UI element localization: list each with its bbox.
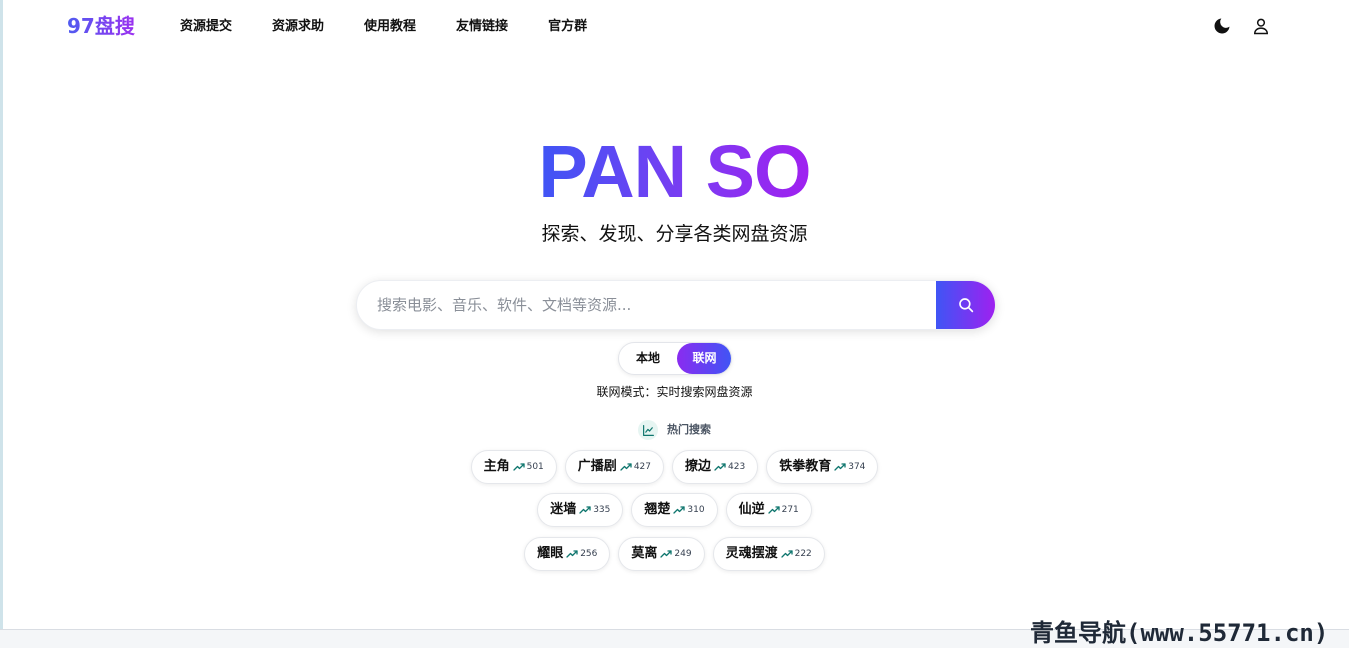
hot-tag-row-2: 迷墙 335 翘楚 310 仙逆 271 bbox=[0, 493, 1349, 529]
hot-tag-count: 335 bbox=[593, 505, 611, 515]
mode-online-button[interactable]: 联网 bbox=[677, 343, 731, 374]
nav-item-tutorial[interactable]: 使用教程 bbox=[364, 16, 416, 38]
trend-up-icon bbox=[620, 462, 632, 472]
hot-tag-count: 256 bbox=[580, 549, 598, 559]
hot-tag[interactable]: 灵魂摆渡 222 bbox=[712, 537, 825, 571]
hot-tag-name: 耀眼 bbox=[537, 546, 564, 561]
hot-tag-count: 501 bbox=[526, 462, 544, 472]
hot-tag-name: 莫离 bbox=[631, 546, 658, 561]
moon-icon bbox=[1214, 18, 1230, 34]
hero-title-text: PAN SO bbox=[538, 130, 811, 213]
hot-tag-name: 迷墙 bbox=[550, 502, 577, 517]
hot-tag-count: 374 bbox=[848, 462, 866, 472]
hot-tag[interactable]: 莫离 249 bbox=[618, 537, 705, 571]
hot-tag[interactable]: 主角 501 bbox=[470, 450, 557, 484]
hero-title: PAN SO bbox=[0, 128, 1349, 216]
hot-tag[interactable]: 撩边 423 bbox=[672, 450, 759, 484]
hot-tag-count: 249 bbox=[674, 549, 692, 559]
hot-search-label: 热门搜索 bbox=[667, 423, 711, 436]
nav-item-request[interactable]: 资源求助 bbox=[272, 16, 324, 38]
hot-tag-row-1: 主角 501 广播剧 427 撩边 423 铁拳教育 374 bbox=[0, 450, 1349, 486]
user-account-button[interactable] bbox=[1250, 15, 1272, 37]
hot-tag[interactable]: 翘楚 310 bbox=[631, 493, 718, 527]
hot-tag[interactable]: 铁拳教育 374 bbox=[766, 450, 879, 484]
trend-up-icon bbox=[714, 462, 726, 472]
trend-up-icon bbox=[834, 462, 846, 472]
hot-tag-count: 427 bbox=[633, 462, 651, 472]
hot-tag-name: 撩边 bbox=[685, 459, 712, 474]
trend-up-icon bbox=[579, 505, 591, 515]
site-logo[interactable]: 97盘搜 bbox=[67, 12, 135, 40]
hot-tag[interactable]: 广播剧 427 bbox=[564, 450, 664, 484]
nav-item-links[interactable]: 友情链接 bbox=[456, 16, 508, 38]
mode-description: 联网模式：实时搜索网盘资源 bbox=[596, 385, 753, 399]
trend-up-icon bbox=[780, 549, 793, 559]
trend-up-icon bbox=[767, 505, 780, 515]
hot-tag[interactable]: 迷墙 335 bbox=[537, 493, 624, 527]
hot-tag-name: 铁拳教育 bbox=[779, 459, 832, 474]
hot-tag-count: 271 bbox=[781, 505, 799, 515]
hot-tag-count: 222 bbox=[794, 549, 812, 559]
search-input[interactable] bbox=[357, 281, 937, 329]
hot-tag-name: 广播剧 bbox=[577, 459, 617, 474]
theme-toggle-button[interactable] bbox=[1211, 15, 1233, 37]
search-bar bbox=[356, 280, 996, 330]
trend-up-icon bbox=[512, 462, 525, 472]
hero-subtitle: 探索、发现、分享各类网盘资源 bbox=[541, 223, 808, 245]
nav-item-submit[interactable]: 资源提交 bbox=[180, 16, 232, 38]
hot-tag-count: 423 bbox=[728, 462, 746, 472]
hot-tag[interactable]: 仙逆 271 bbox=[725, 493, 812, 527]
trend-up-icon bbox=[566, 549, 578, 559]
hot-tag[interactable]: 耀眼 256 bbox=[524, 537, 611, 571]
mode-local-button[interactable]: 本地 bbox=[619, 343, 677, 374]
search-icon bbox=[959, 298, 974, 313]
user-icon bbox=[1253, 18, 1269, 35]
trend-chart-icon bbox=[638, 420, 658, 440]
hot-search-header: 热门搜索 bbox=[638, 420, 711, 440]
nav-item-group[interactable]: 官方群 bbox=[548, 16, 587, 38]
search-mode-toggle: 本地 联网 bbox=[618, 342, 732, 375]
hot-tag-name: 主角 bbox=[483, 459, 510, 474]
hot-tag-row-3: 耀眼 256 莫离 249 灵魂摆渡 222 bbox=[0, 537, 1349, 573]
trend-up-icon bbox=[673, 505, 686, 515]
main-nav: 资源提交 资源求助 使用教程 友情链接 官方群 bbox=[180, 16, 627, 38]
hot-tag-name: 仙逆 bbox=[738, 502, 765, 517]
hot-tag-name: 翘楚 bbox=[644, 502, 671, 517]
hot-tag-count: 310 bbox=[687, 505, 705, 515]
top-navbar: 97盘搜 资源提交 资源求助 使用教程 友情链接 官方群 bbox=[0, 0, 1349, 54]
search-button[interactable] bbox=[936, 281, 995, 329]
hot-tag-name: 灵魂摆渡 bbox=[725, 546, 778, 561]
site-watermark: 青鱼导航(www.55771.cn) bbox=[1030, 619, 1329, 647]
trend-up-icon bbox=[660, 549, 673, 559]
